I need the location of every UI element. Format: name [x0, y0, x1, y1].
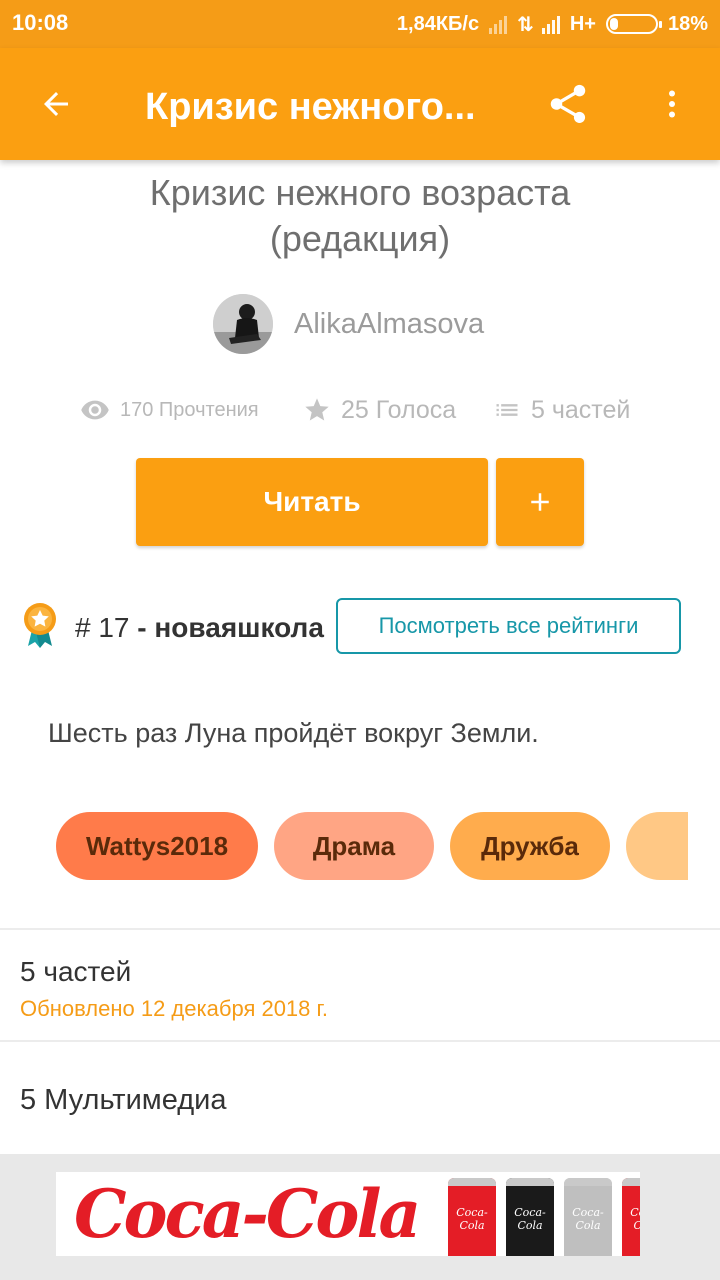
tag-chip[interactable]: Л	[626, 812, 688, 880]
read-button[interactable]: Читать	[136, 458, 488, 546]
ad-can: Coca-Cola	[564, 1178, 612, 1256]
arrow-back-icon	[44, 92, 68, 116]
app-bar-title: Кризис нежного...	[145, 86, 476, 128]
view-all-ratings-button[interactable]: Посмотреть все рейтинги	[336, 598, 681, 654]
share-button[interactable]	[536, 76, 600, 132]
ad-can: Coca-Cola	[622, 1178, 640, 1256]
ranking-number: # 17	[75, 612, 130, 643]
star-icon	[305, 398, 329, 421]
battery-percent: 18%	[667, 12, 708, 35]
media-section-title[interactable]: 5 Мультимедиа	[20, 1084, 226, 1117]
ad-can: Coca-Cola	[448, 1178, 496, 1256]
author-name[interactable]: AlikaAlmasova	[294, 308, 484, 341]
net-speed: 1,84КБ/с	[396, 12, 480, 35]
ranking-badge-icon	[24, 603, 56, 648]
list-icon	[496, 404, 518, 416]
battery-level	[609, 18, 618, 30]
votes-count: 25 Голоса	[341, 395, 457, 424]
back-button[interactable]	[24, 76, 88, 132]
story-title: Кризис нежного возраста (редакция)	[149, 172, 571, 259]
votes-stat: 25 Голоса	[303, 390, 456, 430]
battery-icon	[605, 14, 662, 34]
ad-logo: Coca-Cola	[74, 1175, 421, 1253]
eye-icon	[81, 400, 109, 420]
ad-can: Coca-Cola	[506, 1178, 554, 1256]
avatar-image	[213, 294, 273, 354]
signal-icon	[541, 14, 560, 34]
divider	[0, 1040, 720, 1042]
tag-chip[interactable]: Wattys2018	[56, 812, 258, 880]
tag-chip[interactable]: Драма	[274, 812, 434, 880]
parts-updated-date: Обновлено 12 декабря 2018 г.	[20, 996, 328, 1021]
tags-scroller[interactable]: Wattys2018 Драма Дружба Л	[56, 812, 688, 880]
more-options-button[interactable]	[648, 76, 696, 132]
parts-section-title: 5 частей	[20, 956, 132, 987]
ad-banner[interactable]: Coca-Cola Coca-Cola Coca-Cola Coca-Cola …	[56, 1172, 640, 1256]
avatar[interactable]	[213, 294, 273, 354]
data-transfer-icon: ⇅	[517, 13, 534, 36]
network-type: H+	[569, 12, 596, 35]
app-bar: Кризис нежного...	[0, 48, 720, 160]
plus-icon	[531, 493, 549, 511]
reads-count: 170 Прочтения	[120, 398, 259, 421]
divider	[0, 928, 720, 930]
story-stats: 170 Прочтения 25 Голоса 5 частей	[0, 390, 720, 430]
share-icon	[550, 84, 586, 124]
reads-stat: 170 Прочтения	[80, 390, 259, 430]
story-description: Шесть раз Луна пройдёт вокруг Земли.	[48, 718, 539, 748]
signal-icon	[489, 14, 508, 34]
add-to-library-button[interactable]	[496, 458, 584, 546]
ranking-text: # 17 - новаяшкола	[75, 612, 324, 644]
status-bar: 10:08 1,84КБ/с ⇅ H+ 18%	[0, 0, 720, 48]
author-row[interactable]: AlikaAlmasova	[0, 294, 720, 356]
ranking-separator: -	[137, 612, 147, 643]
parts-count: 5 частей	[531, 395, 631, 424]
status-time: 10:08	[12, 10, 69, 35]
parts-stat: 5 частей	[493, 390, 630, 430]
status-indicators: 1,84КБ/с ⇅ H+ 18%	[397, 10, 708, 38]
ranking-tag: новаяшкола	[154, 612, 324, 643]
ad-area: Coca-Cola Coca-Cola Coca-Cola Coca-Cola …	[0, 1154, 720, 1280]
tag-chip[interactable]: Дружба	[450, 812, 610, 880]
more-vert-icon	[669, 90, 675, 118]
